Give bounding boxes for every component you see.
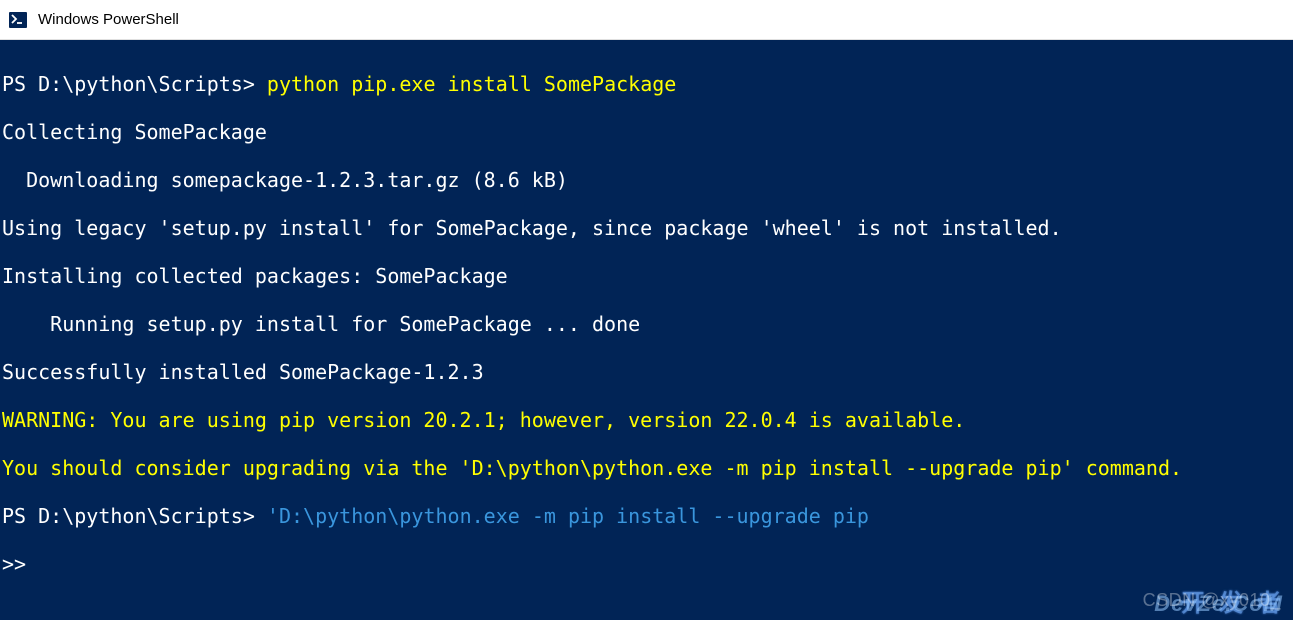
terminal-area[interactable]: PS D:\python\Scripts> python pip.exe ins… [0, 40, 1293, 620]
terminal-line: PS D:\python\Scripts> 'D:\python\python.… [2, 504, 1291, 528]
watermark-kaifa: 开 发 者 [1181, 592, 1285, 616]
command-input: 'D:\python\python.exe -m pip install --u… [255, 504, 869, 528]
terminal-output: Using legacy 'setup.py install' for Some… [2, 216, 1291, 240]
continuation-prompt: >> [2, 552, 1291, 576]
terminal-warning: You should consider upgrading via the 'D… [2, 456, 1291, 480]
terminal-output: Installing collected packages: SomePacka… [2, 264, 1291, 288]
window-title: Windows PowerShell [38, 11, 179, 28]
terminal-output: Downloading somepackage-1.2.3.tar.gz (8.… [2, 168, 1291, 192]
command-input: python pip.exe install SomePackage [255, 72, 676, 96]
terminal-warning: WARNING: You are using pip version 20.2.… [2, 408, 1291, 432]
prompt: PS D:\python\Scripts> [2, 504, 255, 528]
prompt: PS D:\python\Scripts> [2, 72, 255, 96]
terminal-output: Collecting SomePackage [2, 120, 1291, 144]
powershell-icon [8, 10, 28, 30]
terminal-line: PS D:\python\Scripts> python pip.exe ins… [2, 72, 1291, 96]
watermark-devze: DevZe.CoM [1154, 592, 1283, 616]
watermark-csdn: CSDN @xy010_ [1143, 588, 1281, 612]
titlebar[interactable]: Windows PowerShell [0, 0, 1293, 40]
terminal-output: Running setup.py install for SomePackage… [2, 312, 1291, 336]
terminal-output: Successfully installed SomePackage-1.2.3 [2, 360, 1291, 384]
